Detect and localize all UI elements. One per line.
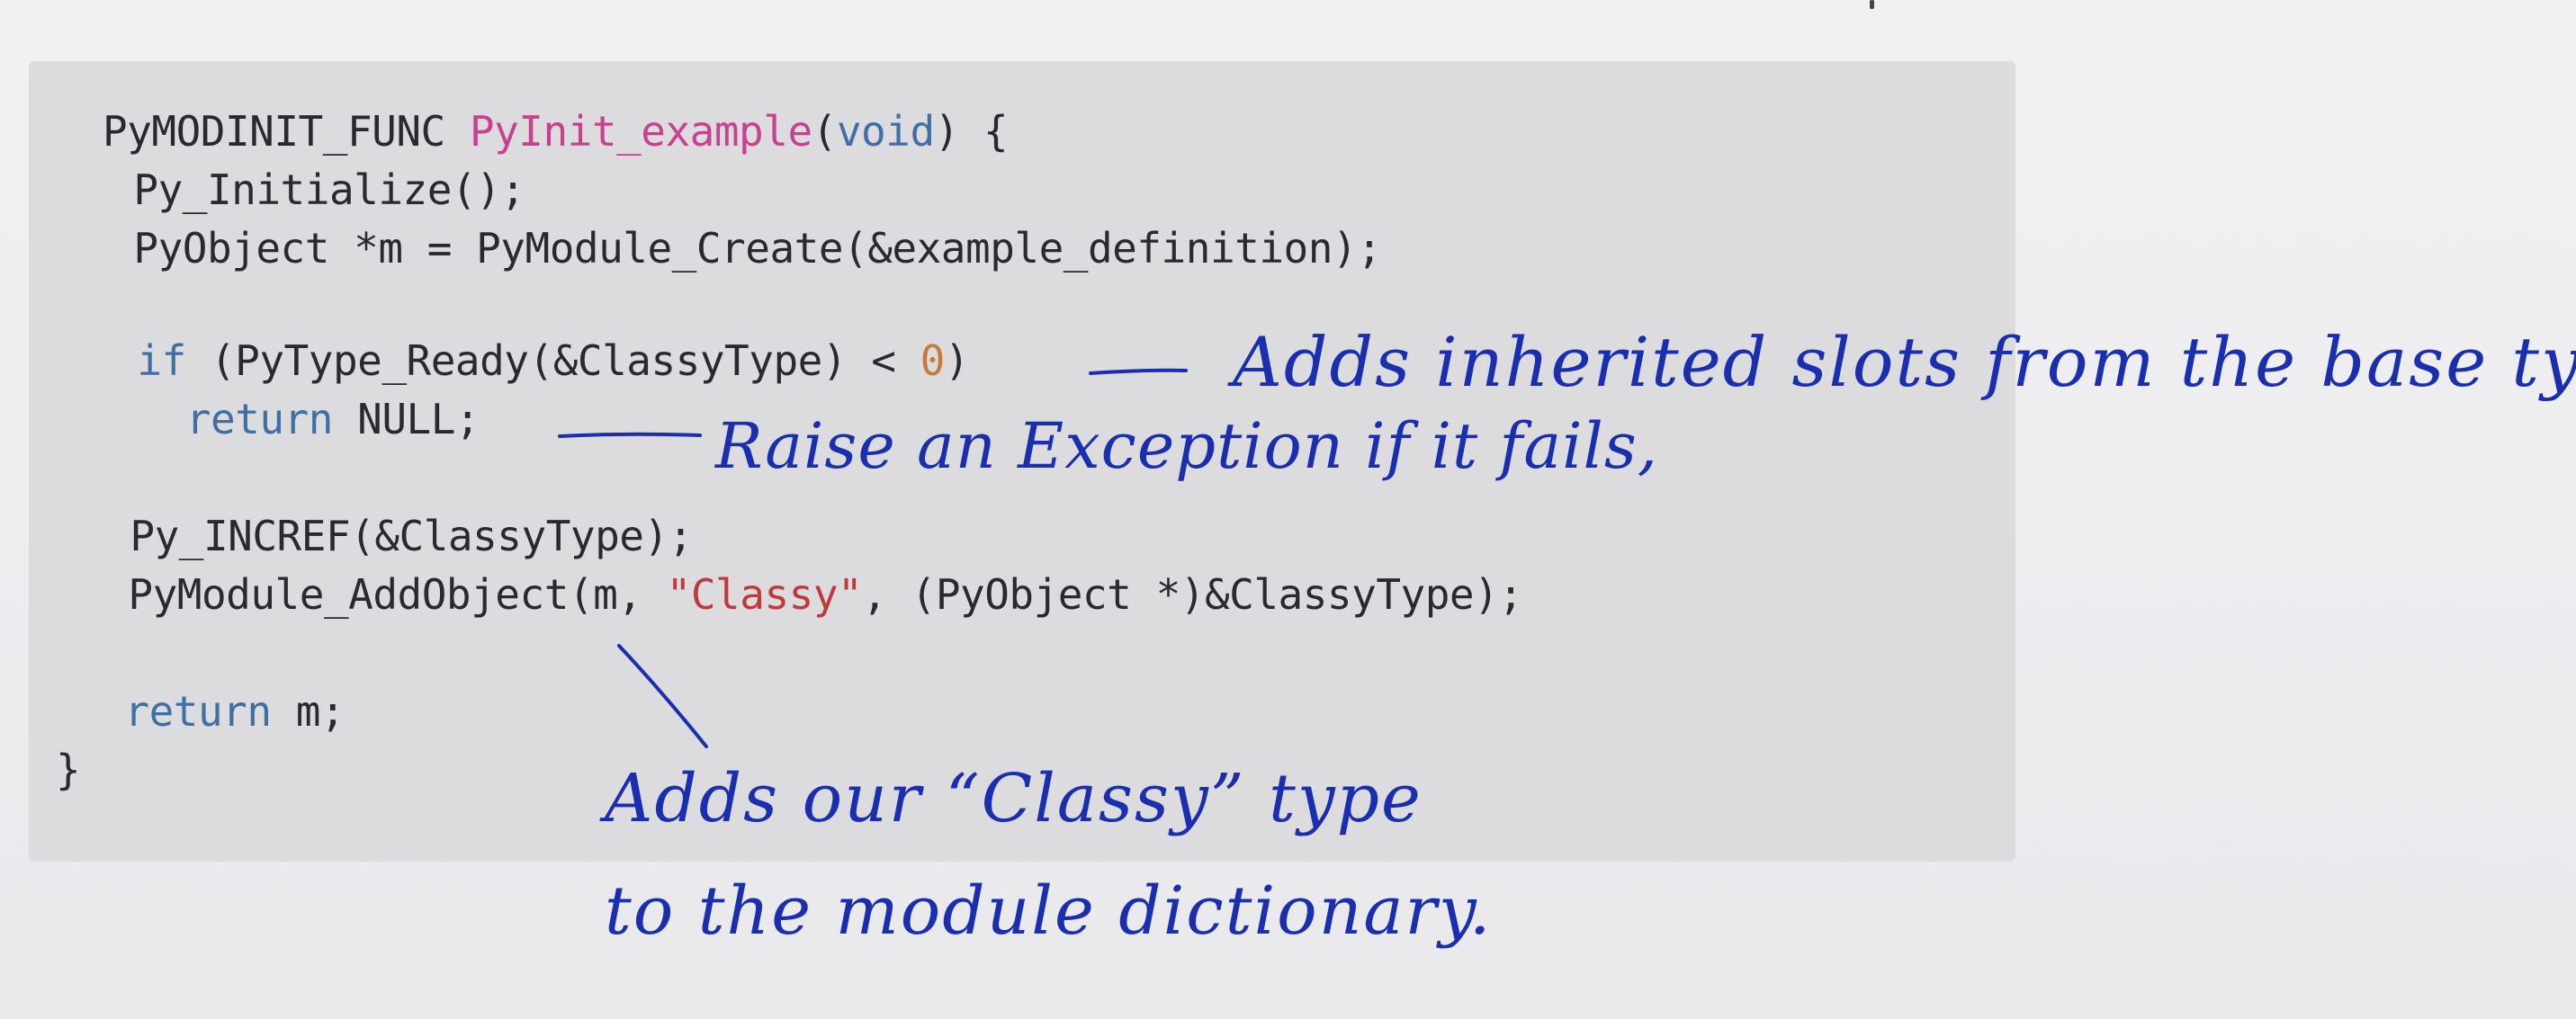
annotation-inherited-slots: Adds inherited slots from the base type. [1233,322,2576,402]
annotation-adds-classy: Adds our “Classy” type [605,760,1423,837]
pointer-line-adds [617,644,708,748]
annotation-raise-exception: Raise an Exception if it fails, [715,409,1659,483]
pointer-line-inherited [1089,368,1188,375]
annotation-module-dictionary: to the module dictionary. [605,872,1493,950]
book-page: PyMODINIT_FUNC PyInit_example(void) { Py… [0,0,2576,1019]
pointer-line-raise [558,432,702,438]
annotation-strokes [558,368,1188,748]
